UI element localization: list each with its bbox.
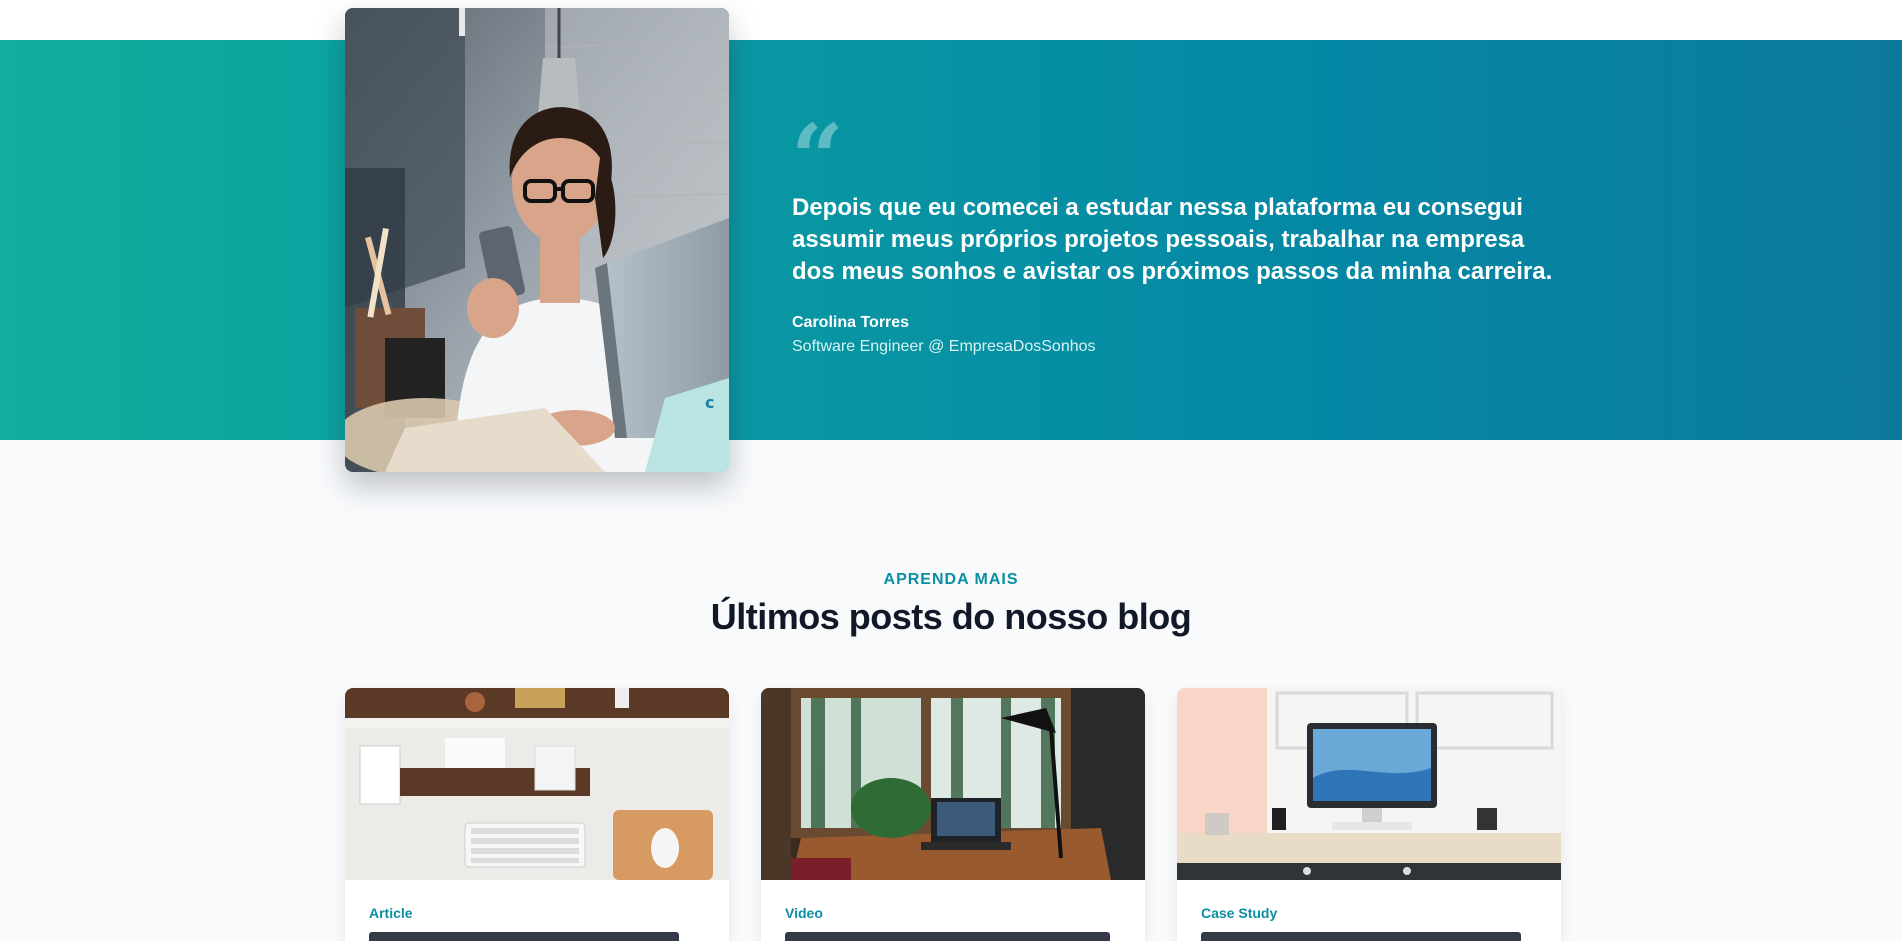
blog-eyebrow: APRENDA MAIS xyxy=(883,571,1019,588)
post-category[interactable]: Article xyxy=(369,905,413,921)
post-title[interactable] xyxy=(369,932,679,941)
post-category[interactable]: Video xyxy=(785,905,823,921)
post-title[interactable] xyxy=(1201,932,1521,941)
blog-section-title: Últimos posts do nosso blog xyxy=(710,596,1192,637)
blog-post-card[interactable]: Case Study xyxy=(1177,688,1561,941)
top-strip xyxy=(0,0,1902,40)
testimonial-author-role: Software Engineer @ EmpresaDosSonhos xyxy=(792,338,1096,355)
post-thumbnail[interactable] xyxy=(1177,688,1561,880)
blog-post-card[interactable]: Article xyxy=(345,688,729,941)
post-category[interactable]: Case Study xyxy=(1201,905,1277,921)
post-title[interactable] xyxy=(785,932,1110,941)
testimonial-author-name: Carolina Torres xyxy=(792,314,910,331)
svg-text:c: c xyxy=(705,393,714,412)
page: c “ Depois que eu comecei a estudar ness… xyxy=(0,0,1902,941)
quote-mark-icon: “ xyxy=(791,104,844,212)
blog-post-card[interactable]: Video xyxy=(761,688,1145,941)
post-thumbnail[interactable] xyxy=(761,688,1145,880)
post-thumbnail[interactable] xyxy=(345,688,729,880)
testimonial-quote: Depois que eu comecei a estudar nessa pl… xyxy=(792,194,1553,285)
testimonial-photo: c xyxy=(345,8,729,472)
